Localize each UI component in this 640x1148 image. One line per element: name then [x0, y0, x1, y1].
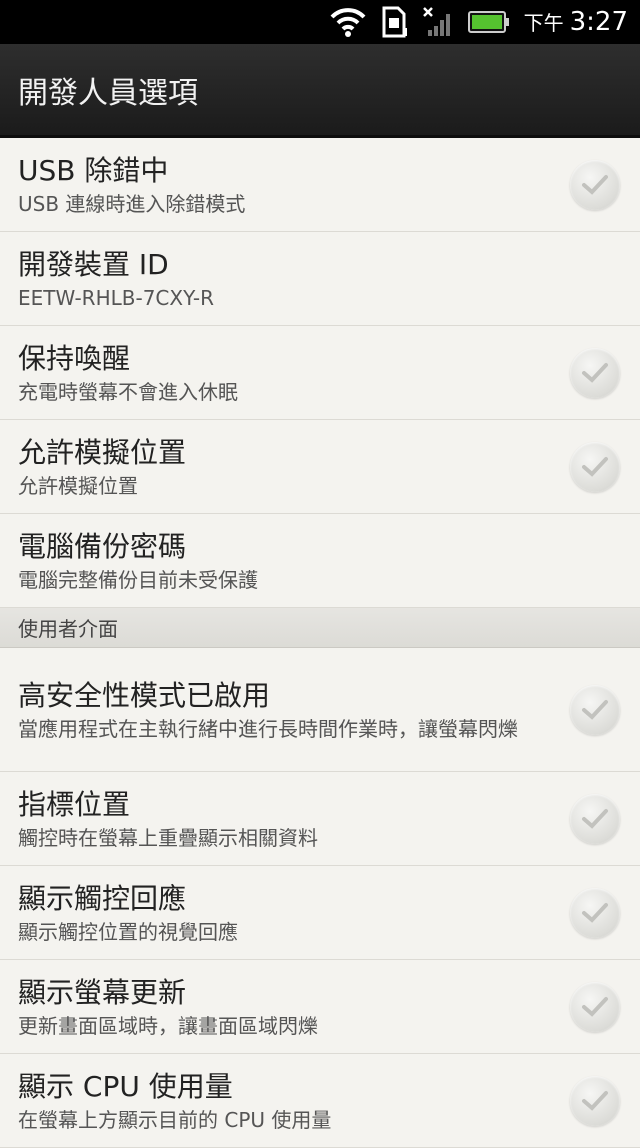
checkbox[interactable]: [570, 159, 620, 210]
section-header-user-interface: 使用者介面: [0, 608, 640, 648]
setting-summary: EETW-RHLB-7CXY-R: [18, 285, 215, 310]
setting-summary: 觸控時在螢幕上重疊顯示相關資料: [18, 825, 318, 850]
setting-summary: 電腦完整備份目前未受保護: [18, 567, 258, 592]
checkbox[interactable]: [570, 793, 620, 844]
setting-title: 保持喚醒: [18, 341, 131, 375]
checkbox[interactable]: [570, 441, 620, 492]
setting-title: 顯示螢幕更新: [18, 975, 187, 1009]
checkmark-icon: [582, 902, 608, 923]
setting-backup-password[interactable]: 電腦備份密碼 電腦完整備份目前未受保護: [0, 514, 640, 608]
setting-summary: 當應用程式在主執行緒中進行長時間作業時，讓螢幕閃爍: [18, 716, 518, 741]
checkmark-icon: [582, 456, 608, 477]
setting-title: 開發裝置 ID: [18, 247, 169, 281]
setting-summary: 允許模擬位置: [18, 473, 138, 498]
checkmark-icon: [582, 699, 608, 720]
checkmark-icon: [582, 996, 608, 1017]
setting-title: USB 除錯中: [18, 153, 169, 187]
setting-title: 指標位置: [18, 787, 131, 821]
checkmark-icon: [582, 174, 608, 195]
page-title: 開發人員選項: [18, 75, 198, 111]
checkbox[interactable]: [570, 347, 620, 398]
checkbox[interactable]: [570, 1075, 620, 1126]
no-signal-icon: [422, 6, 454, 38]
setting-summary: 充電時螢幕不會進入休眠: [18, 379, 238, 404]
battery-icon: [467, 10, 510, 34]
setting-strict-mode[interactable]: 高安全性模式已啟用 當應用程式在主執行緒中進行長時間作業時，讓螢幕閃爍: [0, 648, 640, 772]
setting-pointer-location[interactable]: 指標位置 觸控時在螢幕上重疊顯示相關資料: [0, 772, 640, 866]
checkmark-icon: [582, 362, 608, 383]
setting-mock-locations[interactable]: 允許模擬位置 允許模擬位置: [0, 420, 640, 514]
title-bar: 開發人員選項: [0, 44, 640, 138]
setting-title: 顯示觸控回應: [18, 881, 187, 915]
clock: 下午 3:27: [524, 7, 628, 37]
setting-title: 電腦備份密碼: [18, 529, 187, 563]
setting-device-id[interactable]: 開發裝置 ID EETW-RHLB-7CXY-R: [0, 232, 640, 326]
settings-list: USB 除錯中 USB 連線時進入除錯模式 開發裝置 ID EETW-RHLB-…: [0, 138, 640, 1148]
setting-summary: 顯示觸控位置的視覺回應: [18, 919, 238, 944]
checkbox[interactable]: [570, 684, 620, 735]
checkbox[interactable]: [570, 887, 620, 938]
sim-card-icon: [380, 6, 408, 38]
checkmark-icon: [582, 808, 608, 829]
setting-show-touches[interactable]: 顯示觸控回應 顯示觸控位置的視覺回應: [0, 866, 640, 960]
setting-title: 允許模擬位置: [18, 435, 187, 469]
setting-summary: 在螢幕上方顯示目前的 CPU 使用量: [18, 1107, 332, 1132]
setting-show-screen-updates[interactable]: 顯示螢幕更新 更新畫面區域時，讓畫面區域閃爍: [0, 960, 640, 1054]
setting-title: 顯示 CPU 使用量: [18, 1069, 233, 1103]
wifi-icon: [330, 7, 366, 37]
setting-show-cpu-usage[interactable]: 顯示 CPU 使用量 在螢幕上方顯示目前的 CPU 使用量: [0, 1054, 640, 1148]
setting-summary: USB 連線時進入除錯模式: [18, 191, 246, 216]
checkmark-icon: [582, 1090, 608, 1111]
clock-ampm: 下午: [523, 11, 564, 35]
setting-usb-debugging[interactable]: USB 除錯中 USB 連線時進入除錯模式: [0, 138, 640, 232]
checkbox[interactable]: [570, 981, 620, 1032]
setting-summary: 更新畫面區域時，讓畫面區域閃爍: [18, 1013, 318, 1038]
setting-title: 高安全性模式已啟用: [18, 678, 271, 712]
setting-stay-awake[interactable]: 保持喚醒 充電時螢幕不會進入休眠: [0, 326, 640, 420]
clock-time: 3:27: [569, 7, 628, 37]
status-bar: 下午 3:27: [0, 0, 640, 44]
